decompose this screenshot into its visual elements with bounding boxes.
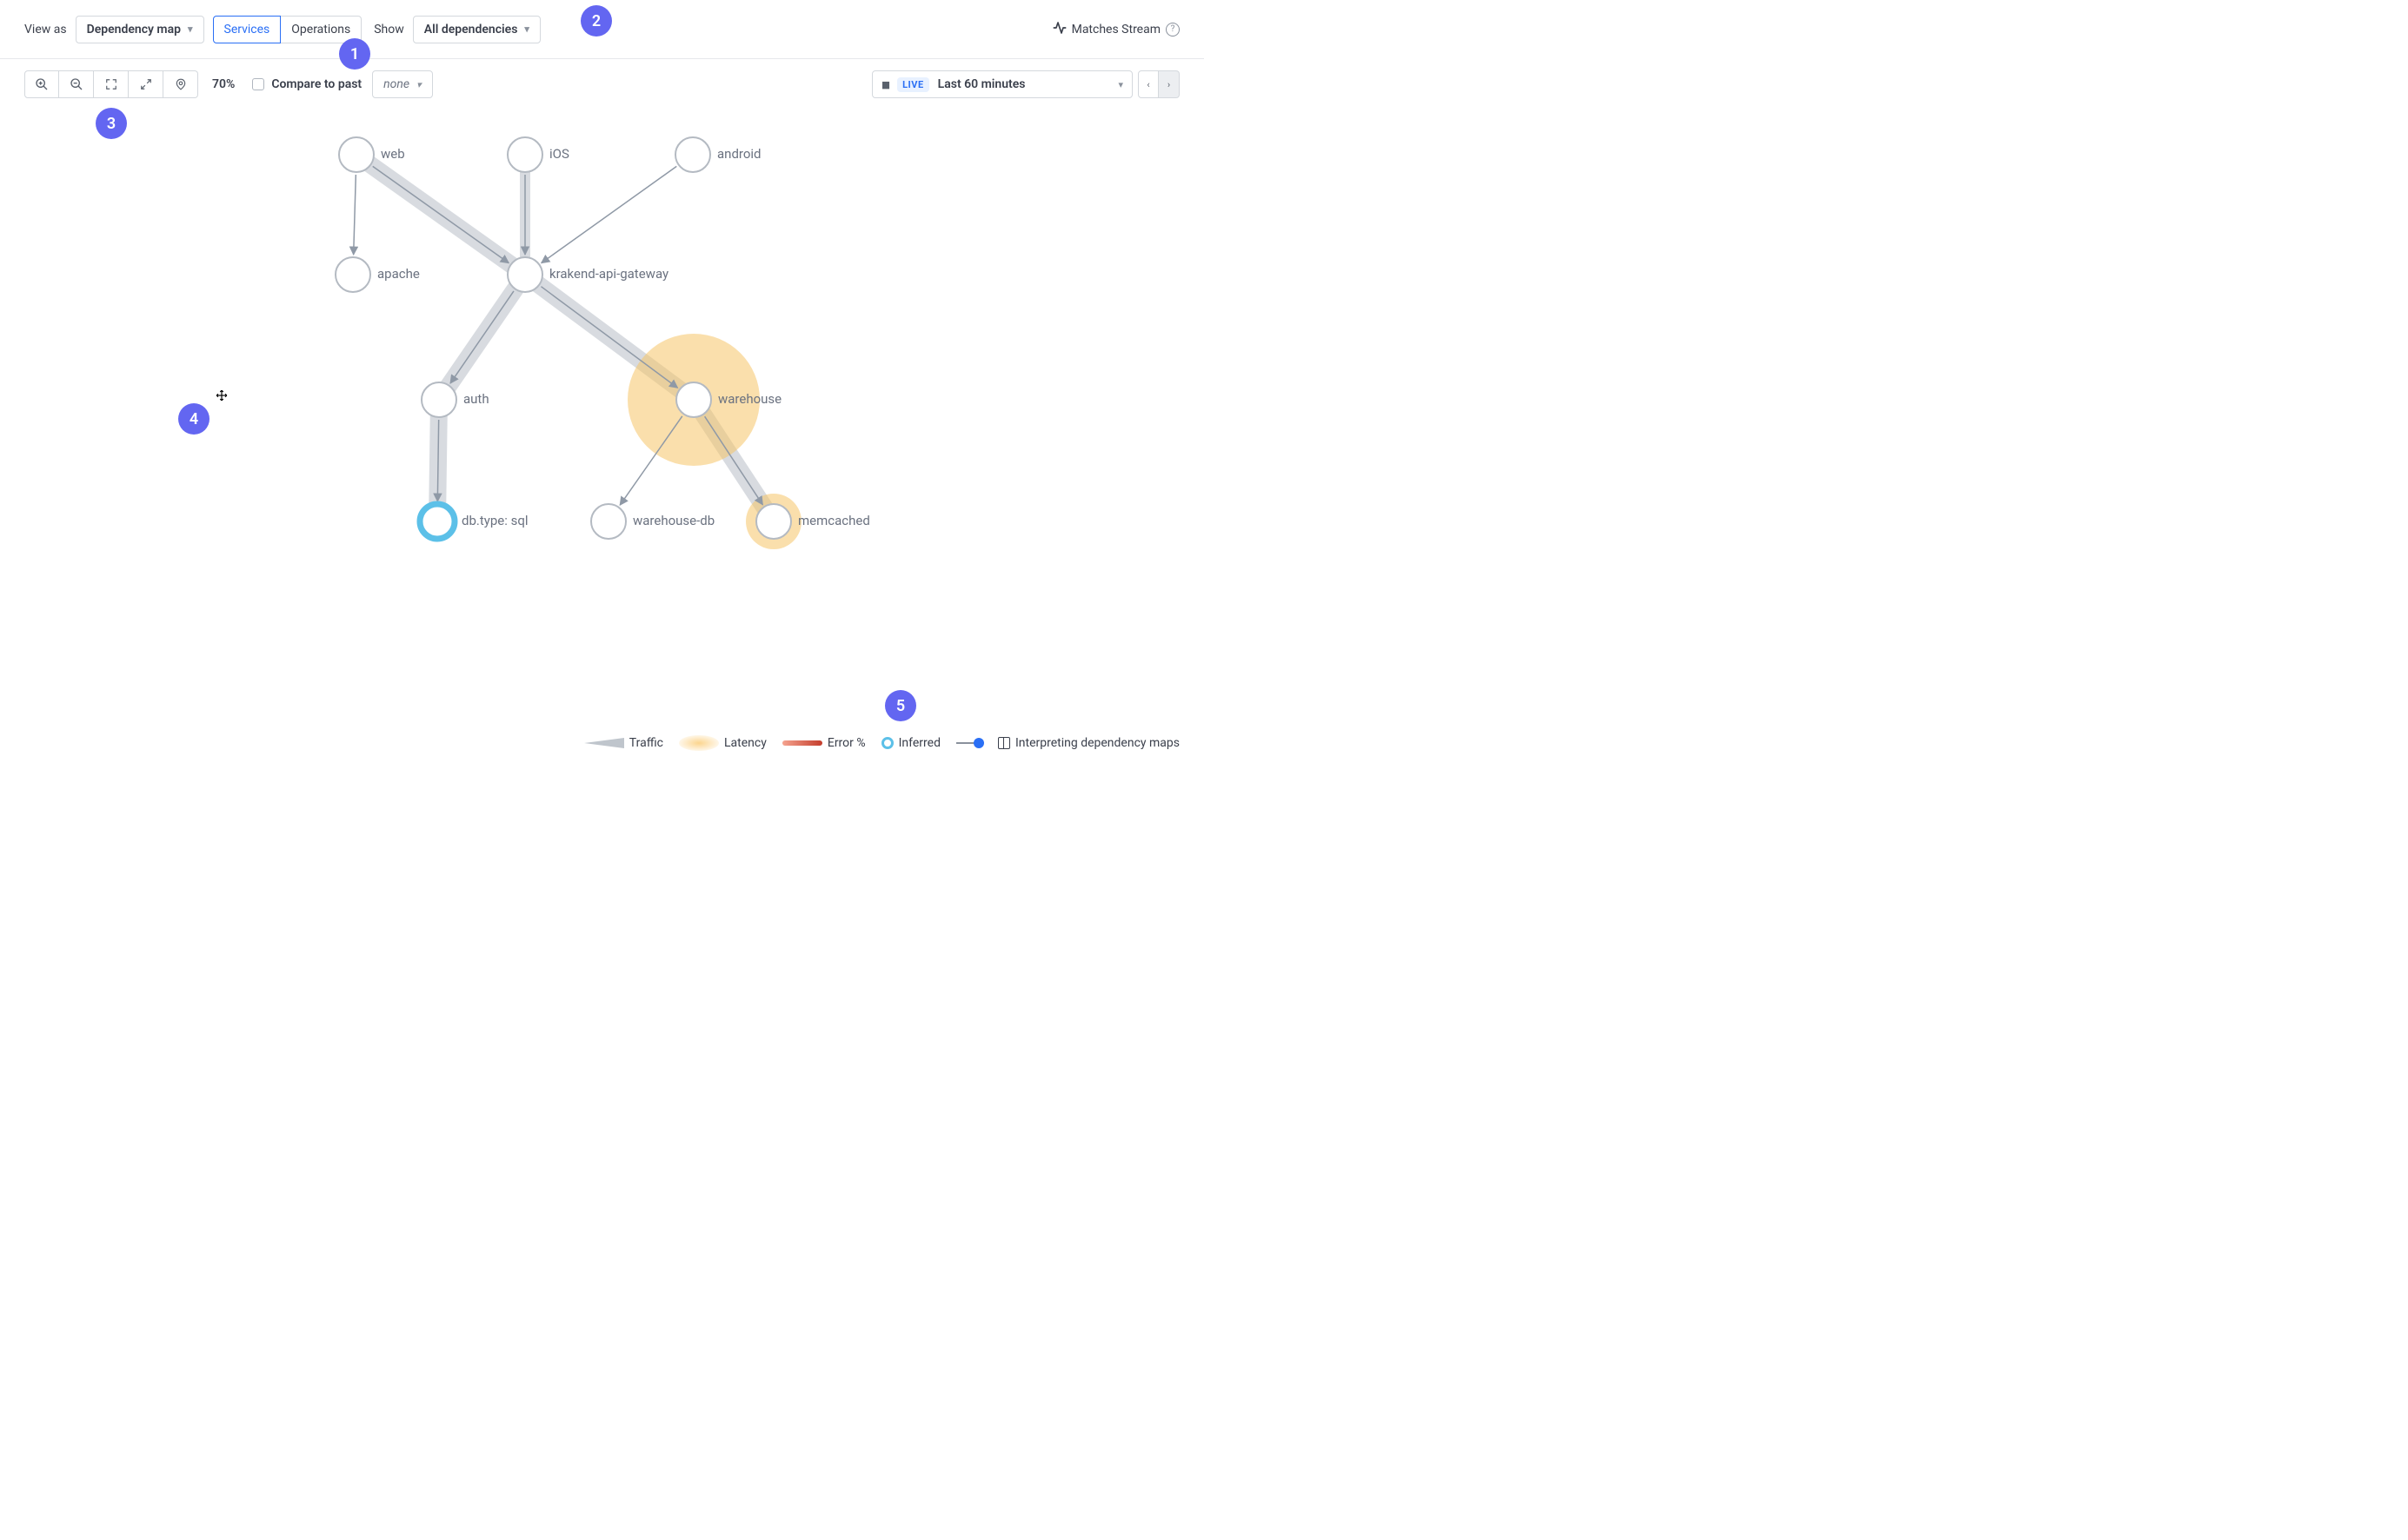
tab-services[interactable]: Services [213, 16, 282, 43]
chevron-down-icon: ▾ [1118, 79, 1123, 90]
node-label-android[interactable]: android [717, 146, 762, 162]
node-label-web[interactable]: web [381, 146, 405, 162]
time-range-value: Last 60 minutes [938, 77, 1110, 91]
matches-stream-label[interactable]: Matches Stream [1072, 23, 1161, 37]
show-select[interactable]: All dependencies ▾ [413, 16, 541, 43]
time-range-select[interactable]: ▮▮ LIVE Last 60 minutes ▾ [872, 70, 1133, 98]
compare-value: none [383, 77, 409, 91]
locate-button[interactable] [163, 70, 198, 98]
map-icon [998, 737, 1010, 749]
expand-button[interactable] [129, 70, 163, 98]
legend-inferred: Inferred [881, 736, 941, 750]
legend-traffic: Traffic [584, 736, 663, 750]
chevron-down-icon: ▾ [188, 23, 193, 35]
help-icon[interactable]: ? [1166, 23, 1180, 37]
callout-3: 3 [96, 108, 127, 139]
show-value: All dependencies [424, 23, 518, 37]
legend-interpreting-label: Interpreting dependency maps [1015, 736, 1180, 750]
time-next-button[interactable]: › [1159, 70, 1180, 98]
node-label-ios[interactable]: iOS [549, 146, 569, 162]
error-icon [782, 740, 822, 746]
node-label-krakend[interactable]: krakend-api-gateway [549, 266, 669, 282]
legend-latency-label: Latency [724, 736, 767, 750]
legend-interpreting[interactable]: Interpreting dependency maps [998, 736, 1180, 750]
view-as-label: View as [24, 23, 67, 37]
node-label-warehousedb[interactable]: warehouse-db [633, 513, 715, 528]
node-label-warehouse[interactable]: warehouse [718, 391, 782, 407]
legend-error-label: Error % [828, 736, 866, 750]
zoom-in-button[interactable] [24, 70, 59, 98]
entity-toggle: Services Operations [213, 16, 363, 43]
view-as-select[interactable]: Dependency map ▾ [76, 16, 204, 43]
legend-inferred-label: Inferred [899, 736, 941, 750]
compare-label: Compare to past [271, 77, 362, 91]
callout-1: 1 [339, 38, 370, 70]
fit-button[interactable] [94, 70, 129, 98]
activity-icon [1053, 21, 1067, 38]
callout-2: 2 [581, 5, 612, 37]
live-badge: LIVE [897, 77, 929, 92]
node-label-memcached[interactable]: memcached [798, 513, 870, 528]
dependency-map-canvas[interactable]: web iOS android apache krakend-api-gateway au… [0, 101, 1204, 770]
legend-traffic-label: Traffic [629, 736, 663, 750]
legend-latency: Latency [679, 735, 767, 751]
time-prev-button[interactable]: ‹ [1138, 70, 1159, 98]
callout-5: 5 [885, 690, 916, 721]
graph-svg [0, 101, 1204, 770]
show-label: Show [374, 23, 404, 37]
node-label-dbsql[interactable]: db.type: sql [462, 513, 529, 528]
zoom-out-button[interactable] [59, 70, 94, 98]
inferred-icon [881, 737, 894, 749]
node-label-auth[interactable]: auth [463, 391, 489, 407]
legend-error: Error % [782, 736, 866, 750]
traffic-icon [584, 738, 624, 748]
compare-checkbox[interactable] [252, 78, 264, 90]
latency-icon [679, 735, 719, 751]
slider-icon [956, 742, 982, 744]
map-toolbar: 70% Compare to past none ▾ ▮▮ LIVE Last … [0, 59, 1204, 101]
chevron-down-icon: ▾ [416, 79, 422, 90]
node-label-apache[interactable]: apache [377, 266, 420, 282]
chevron-down-icon: ▾ [524, 23, 529, 35]
pause-icon: ▮▮ [881, 79, 888, 90]
view-as-value: Dependency map [87, 23, 181, 37]
zoom-value: 70% [212, 77, 235, 91]
legend-slider[interactable] [956, 742, 982, 744]
zoom-controls [24, 70, 198, 98]
legend: Traffic Latency Error % Inferred Interpr… [584, 735, 1180, 751]
callout-4: 4 [178, 403, 210, 435]
compare-select[interactable]: none ▾ [372, 70, 432, 98]
